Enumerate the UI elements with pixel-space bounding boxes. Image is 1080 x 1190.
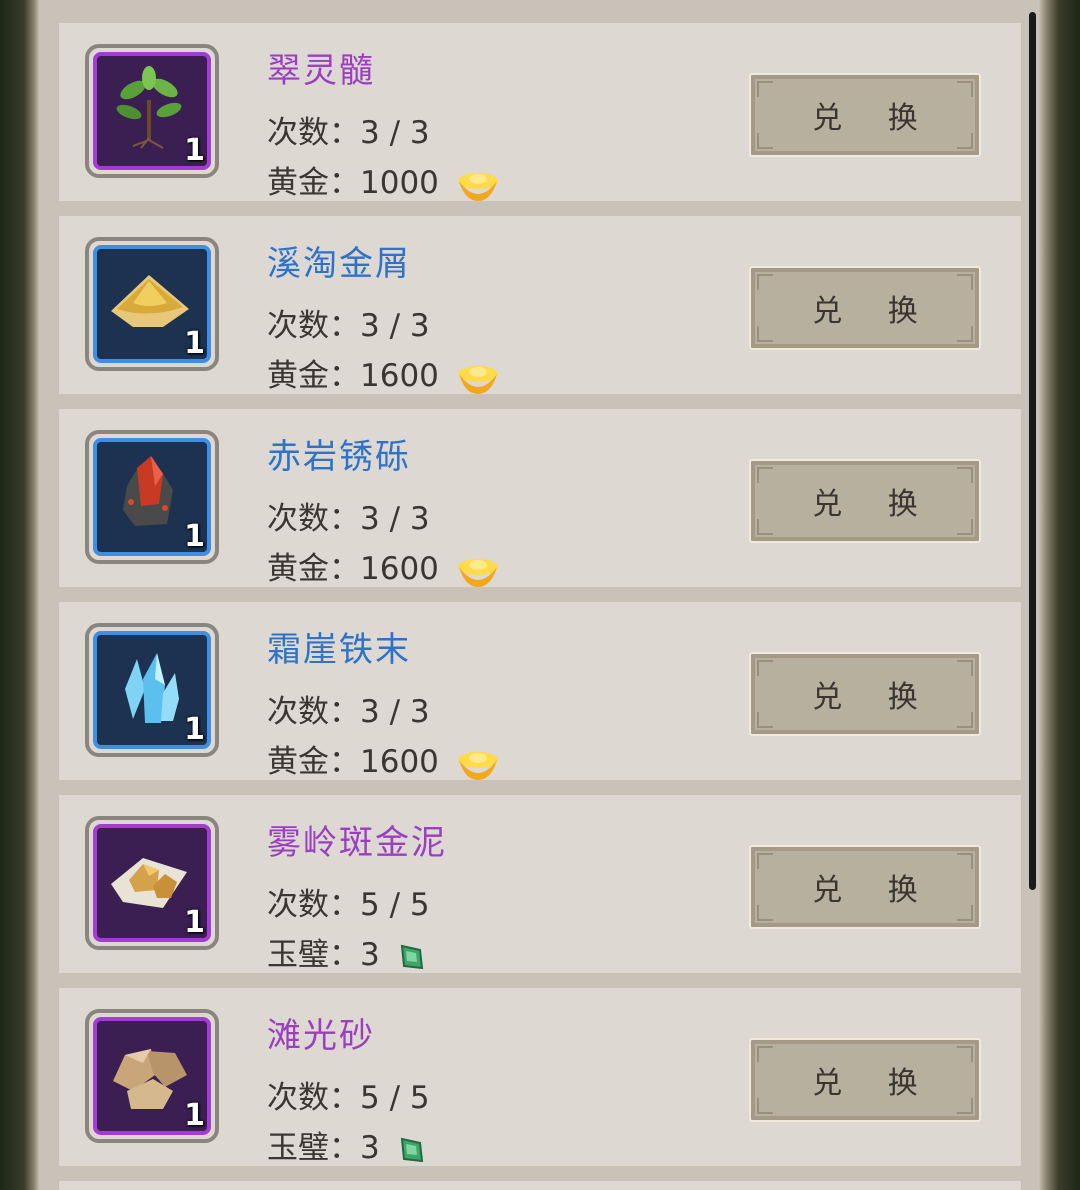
exchange-count: 次数：3 / 3 (267, 694, 430, 730)
gold-dust-icon (111, 275, 189, 327)
item-name: 溪淘金屑 (267, 244, 411, 284)
list-item: 1 滩光砂 次数：5 / 5 玉璧：3 兑 换 (59, 988, 1021, 1166)
item-cost: 黄金：1600 (267, 543, 501, 589)
list-item (59, 1181, 1021, 1190)
herb-icon (116, 66, 182, 149)
jade-icon (400, 1137, 423, 1162)
list-item: 1 霜崖铁末 次数：3 / 3 黄金：1600 兑 换 (59, 602, 1021, 780)
item-cost: 黄金：1000 (267, 157, 501, 203)
item-cost: 玉璧：3 (267, 1122, 426, 1167)
exchange-button[interactable]: 兑 换 (749, 459, 981, 543)
item-quantity: 1 (184, 326, 205, 361)
item-name: 霜崖铁末 (267, 630, 411, 670)
item-quantity: 1 (184, 1098, 205, 1133)
exchange-button[interactable]: 兑 换 (749, 845, 981, 929)
item-slot[interactable]: 1 (85, 237, 219, 371)
item-cost: 玉璧：3 (267, 929, 426, 974)
exchange-button[interactable]: 兑 换 (749, 73, 981, 157)
exchange-count: 次数：3 / 3 (267, 501, 430, 537)
exchange-button-label: 兑 换 (812, 101, 936, 136)
exchange-button-label: 兑 换 (812, 1066, 936, 1101)
red-ore-icon (123, 456, 173, 526)
exchange-button-label: 兑 换 (812, 294, 936, 329)
list-item: 1 翠灵髓 次数：3 / 3 黄金：1000 兑 换 (59, 23, 1021, 201)
item-cost: 黄金：1600 (267, 736, 501, 782)
item-name: 翠灵髓 (267, 51, 375, 91)
scrollbar[interactable] (1029, 12, 1036, 890)
list-item: 1 雾岭斑金泥 次数：5 / 5 玉璧：3 兑 换 (59, 795, 1021, 973)
left-frame (0, 0, 40, 1190)
gold-ingot-icon (457, 172, 498, 201)
exchange-button-label: 兑 换 (812, 487, 936, 522)
jade-icon (400, 944, 423, 969)
item-quantity: 1 (184, 133, 205, 168)
item-slot[interactable]: 1 (85, 623, 219, 757)
sandstone-icon (113, 1049, 187, 1109)
item-name: 赤岩锈砾 (267, 437, 411, 477)
gold-ingot-icon (457, 558, 498, 587)
exchange-count: 次数：5 / 5 (267, 887, 430, 923)
gold-ingot-icon (457, 365, 498, 394)
exchange-count: 次数：3 / 3 (267, 115, 430, 151)
exchange-button[interactable]: 兑 换 (749, 1038, 981, 1122)
list-item: 1 赤岩锈砾 次数：3 / 3 黄金：1600 兑 换 (59, 409, 1021, 587)
gold-nugget-icon (111, 858, 187, 908)
item-slot[interactable]: 1 (85, 44, 219, 178)
exchange-count: 次数：5 / 5 (267, 1080, 430, 1116)
item-slot[interactable]: 1 (85, 816, 219, 950)
item-quantity: 1 (184, 519, 205, 554)
exchange-count: 次数：3 / 3 (267, 308, 430, 344)
list-item: 1 溪淘金屑 次数：3 / 3 黄金：1600 兑 换 (59, 216, 1021, 394)
item-quantity: 1 (184, 905, 205, 940)
item-slot[interactable]: 1 (85, 1009, 219, 1143)
exchange-button[interactable]: 兑 换 (749, 652, 981, 736)
item-quantity: 1 (184, 712, 205, 747)
item-cost: 黄金：1600 (267, 350, 501, 396)
item-name: 雾岭斑金泥 (267, 823, 447, 863)
right-frame (1038, 0, 1080, 1190)
gold-ingot-icon (457, 751, 498, 780)
ice-crystal-icon (125, 653, 179, 723)
exchange-button[interactable]: 兑 换 (749, 266, 981, 350)
exchange-button-label: 兑 换 (812, 680, 936, 715)
item-slot[interactable]: 1 (85, 430, 219, 564)
exchange-button-label: 兑 换 (812, 873, 936, 908)
item-name: 滩光砂 (267, 1016, 375, 1056)
